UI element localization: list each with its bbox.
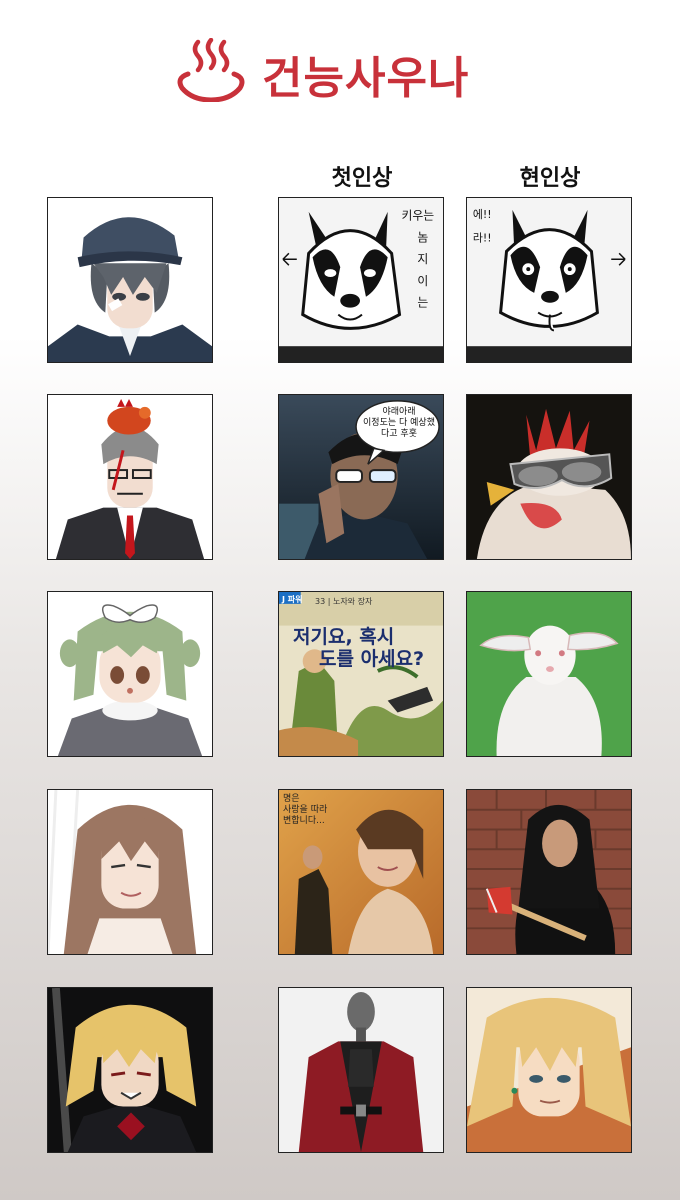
rooster-with-sunglasses-photo — [466, 394, 632, 560]
character-long-hair-woman — [47, 789, 213, 955]
period-drama-poster: 명은 사랑을 따라 변합니다... — [278, 789, 444, 955]
red-velvet-coat-mannequin — [278, 987, 444, 1153]
app-title: 건능사우나 — [262, 53, 470, 104]
white-rabbit-photo — [466, 591, 632, 757]
svg-text:이: 이 — [417, 274, 428, 288]
svg-text:에!!: 에!! — [473, 208, 492, 221]
blond-anime-wizard — [466, 987, 632, 1153]
tagline-line-1: 명은 — [283, 794, 300, 804]
bubble-line-2: 이정도는 다 예상했 — [363, 418, 435, 428]
publisher-label: J 파워 — [282, 595, 303, 604]
character-blond-vampire-boy — [47, 987, 213, 1153]
header: 건능사우나 — [0, 37, 680, 108]
goofy-husky-drawing: 에!! 라!! — [466, 197, 632, 363]
korean-picture-book-cover: J 파워 33 | 노자와 장자 저기요, 혹시 도를 아세요? — [278, 591, 444, 757]
husky-manga-panel: 키우는 놈 지 이 는 — [278, 197, 444, 363]
man-glowing-glasses-photo: 야래아래 이정도는 다 예상했 다고 후훗 — [278, 394, 444, 560]
svg-text:키우는: 키우는 — [402, 209, 435, 223]
svg-text:는: 는 — [417, 296, 428, 310]
series-label: 33 | 노자와 장자 — [315, 597, 373, 606]
hot-springs-icon — [176, 37, 246, 103]
tagline-line-2: 사랑을 따라 — [283, 805, 328, 815]
cover-title-line-1: 저기요, 혹시 — [293, 626, 395, 648]
character-green-hair-girl — [47, 591, 213, 757]
cover-title-line-2: 도를 아세요? — [319, 648, 425, 670]
character-police-cap-boy — [47, 197, 213, 363]
tagline-line-3: 변합니다... — [283, 816, 325, 826]
column-header-first: 첫인상 — [331, 166, 393, 191]
bubble-line-3: 다고 후훗 — [381, 429, 417, 439]
column-header-current: 현인상 — [519, 166, 581, 191]
svg-text:라!!: 라!! — [473, 231, 492, 244]
bubble-line-1: 야래아래 — [382, 407, 416, 417]
woman-with-axe-photo — [466, 789, 632, 955]
character-suit-man-with-chicken — [47, 394, 213, 560]
svg-text:놈: 놈 — [417, 230, 428, 244]
svg-text:지: 지 — [417, 252, 428, 266]
